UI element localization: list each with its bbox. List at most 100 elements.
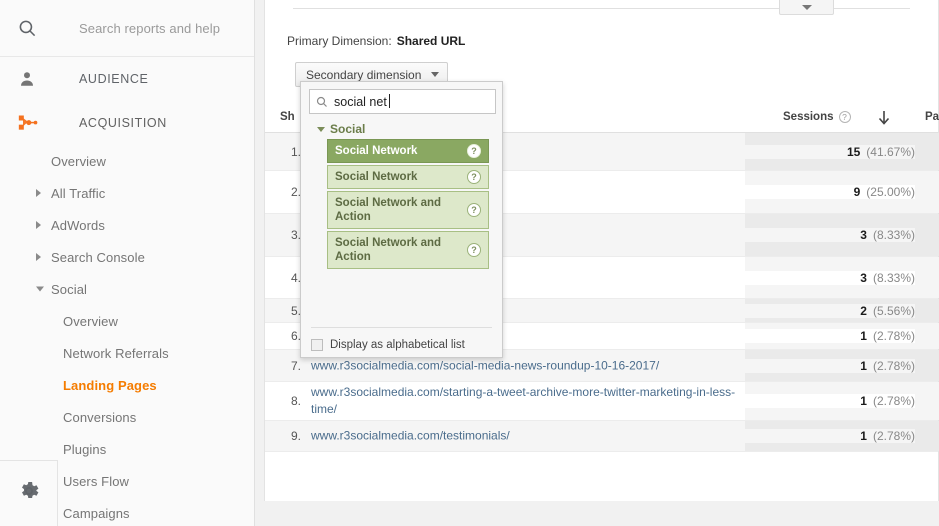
row-index: 7. xyxy=(290,358,301,373)
collapse-chart-button[interactable] xyxy=(779,0,834,15)
sidebar-item-all-traffic[interactable]: All Traffic xyxy=(0,177,254,209)
column-header-pages[interactable]: Pag xyxy=(925,111,939,123)
dimension-search-input[interactable]: social net xyxy=(334,93,390,109)
sidebar-item-overview[interactable]: Overview xyxy=(0,145,254,177)
alphabetical-list-label: Display as alphabetical list xyxy=(330,339,465,351)
sidebar-item-search-console[interactable]: Search Console xyxy=(0,241,254,273)
sidebar-item-label: AdWords xyxy=(51,217,105,233)
dimension-option-label: Social Network and Action xyxy=(335,237,442,263)
row-sessions-value: 1 xyxy=(860,329,867,343)
dimension-option-label: Social Network and Action xyxy=(335,197,442,223)
sidebar-item-label: Plugins xyxy=(63,441,107,457)
row-sessions-value: 1 xyxy=(860,394,867,408)
row-sessions-percent: (2.78%) xyxy=(872,394,915,408)
table-row[interactable]: 8. www.r3socialmedia.com/starting-a-twee… xyxy=(265,382,939,421)
dimension-search-box[interactable]: social net xyxy=(309,89,496,114)
sidebar-item-conversions[interactable]: Conversions xyxy=(0,401,254,433)
dimension-option[interactable]: Social Network ? xyxy=(327,165,489,189)
chevron-down-icon xyxy=(317,126,325,132)
sidebar-search[interactable]: Search reports and help xyxy=(0,0,254,57)
google-analytics-window: Search reports and help AUDIENCE ACQUISI… xyxy=(0,0,939,526)
dimension-group-social[interactable]: Social xyxy=(317,122,365,136)
person-icon xyxy=(18,70,46,88)
column-header-shared-url[interactable]: Sh xyxy=(280,111,295,123)
sidebar-item-label: Network Referrals xyxy=(63,345,169,361)
sidebar-item-label: Search Console xyxy=(51,249,145,265)
secondary-dimension-label: Secondary dimension xyxy=(306,67,422,82)
row-index: 4. xyxy=(290,270,301,285)
help-icon[interactable]: ? xyxy=(838,111,851,123)
row-sessions: 1 (2.78%) xyxy=(745,429,915,443)
row-sessions-value: 1 xyxy=(860,358,867,373)
row-url[interactable]: www.r3socialmedia.com/starting-a-tweet-a… xyxy=(311,384,751,418)
row-sessions-percent: (41.67%) xyxy=(866,144,915,159)
primary-dimension: Primary Dimension: Shared URL xyxy=(287,34,465,48)
dimension-options-list: Social Network ? Social Network ? Social… xyxy=(327,139,489,271)
row-index: 5. xyxy=(290,303,301,318)
row-index: 2. xyxy=(290,185,301,199)
row-url[interactable]: www.r3socialmedia.com/social-media-news-… xyxy=(311,357,751,374)
chevron-right-icon xyxy=(36,221,41,229)
sidebar-section-label: AUDIENCE xyxy=(79,72,149,86)
chevron-right-icon xyxy=(36,189,41,197)
chevron-down-icon xyxy=(431,72,440,77)
alphabetical-list-toggle[interactable]: Display as alphabetical list xyxy=(311,339,465,351)
row-sessions-value: 1 xyxy=(860,429,867,443)
row-index: 8. xyxy=(290,394,301,408)
alphabetical-list-checkbox[interactable] xyxy=(311,339,323,351)
left-sidebar: Search reports and help AUDIENCE ACQUISI… xyxy=(0,0,255,526)
gear-icon xyxy=(17,479,41,508)
row-sessions-value: 2 xyxy=(860,303,867,318)
row-sessions: 3 (8.33%) xyxy=(745,228,915,242)
row-sessions-percent: (8.33%) xyxy=(872,228,915,242)
row-url[interactable]: www.r3socialmedia.com/testimonials/ xyxy=(311,428,751,445)
sidebar-item-label: Conversions xyxy=(63,409,137,425)
row-sessions-percent: (2.78%) xyxy=(872,329,915,343)
sidebar-item-label: Landing Pages xyxy=(63,377,157,393)
sidebar-item-social[interactable]: Social xyxy=(0,273,254,305)
sort-descending-icon[interactable] xyxy=(877,109,891,132)
main-content: Primary Dimension: Shared URL Secondary d… xyxy=(255,0,939,526)
dropdown-footer-divider xyxy=(311,327,492,328)
sidebar-section-audience[interactable]: AUDIENCE xyxy=(0,57,254,101)
row-index: 6. xyxy=(290,329,301,343)
row-index: 3. xyxy=(290,228,301,242)
sidebar-section-label: ACQUISITION xyxy=(79,116,167,130)
sidebar-item-label: Overview xyxy=(63,313,118,329)
row-index: 9. xyxy=(290,429,301,443)
row-sessions: 1 (2.78%) xyxy=(745,329,915,343)
help-icon[interactable]: ? xyxy=(467,243,481,257)
row-sessions: 1 (2.78%) xyxy=(745,358,915,373)
secondary-dimension-dropdown: social net Social Social Network ? Socia… xyxy=(300,81,503,358)
sidebar-item-social-overview[interactable]: Overview xyxy=(0,305,254,337)
row-sessions-value: 3 xyxy=(860,228,867,242)
sidebar-item-network-referrals[interactable]: Network Referrals xyxy=(0,337,254,369)
table-row[interactable]: 9. www.r3socialmedia.com/testimonials/ 1… xyxy=(265,421,939,452)
row-sessions-percent: (2.78%) xyxy=(872,358,915,373)
search-icon xyxy=(18,19,46,38)
sidebar-item-label: Overview xyxy=(51,153,106,169)
row-sessions: 9 (25.00%) xyxy=(745,185,915,199)
help-icon[interactable]: ? xyxy=(467,203,481,217)
dimension-option[interactable]: Social Network and Action ? xyxy=(327,231,489,269)
sidebar-section-acquisition[interactable]: ACQUISITION xyxy=(0,101,254,145)
primary-dimension-value[interactable]: Shared URL xyxy=(397,34,466,48)
chevron-down-icon xyxy=(36,286,44,292)
dimension-option[interactable]: Social Network ? xyxy=(327,139,489,163)
row-sessions-value: 3 xyxy=(860,270,867,285)
help-icon[interactable]: ? xyxy=(467,170,481,184)
help-icon[interactable]: ? xyxy=(467,144,481,158)
chevron-down-icon xyxy=(801,4,812,10)
column-header-sessions[interactable]: Sessions ? xyxy=(783,111,851,123)
acquisition-icon xyxy=(18,113,46,133)
chevron-right-icon xyxy=(36,253,41,261)
row-sessions-percent: (5.56%) xyxy=(872,303,915,318)
row-sessions-percent: (25.00%) xyxy=(866,185,915,199)
sidebar-search-placeholder: Search reports and help xyxy=(79,20,221,36)
dimension-option[interactable]: Social Network and Action ? xyxy=(327,191,489,229)
settings-button[interactable] xyxy=(0,460,58,526)
row-sessions-percent: (2.78%) xyxy=(872,429,915,443)
sidebar-item-adwords[interactable]: AdWords xyxy=(0,209,254,241)
sidebar-item-label: Users Flow xyxy=(63,473,130,489)
sidebar-item-landing-pages[interactable]: Landing Pages xyxy=(0,369,254,401)
